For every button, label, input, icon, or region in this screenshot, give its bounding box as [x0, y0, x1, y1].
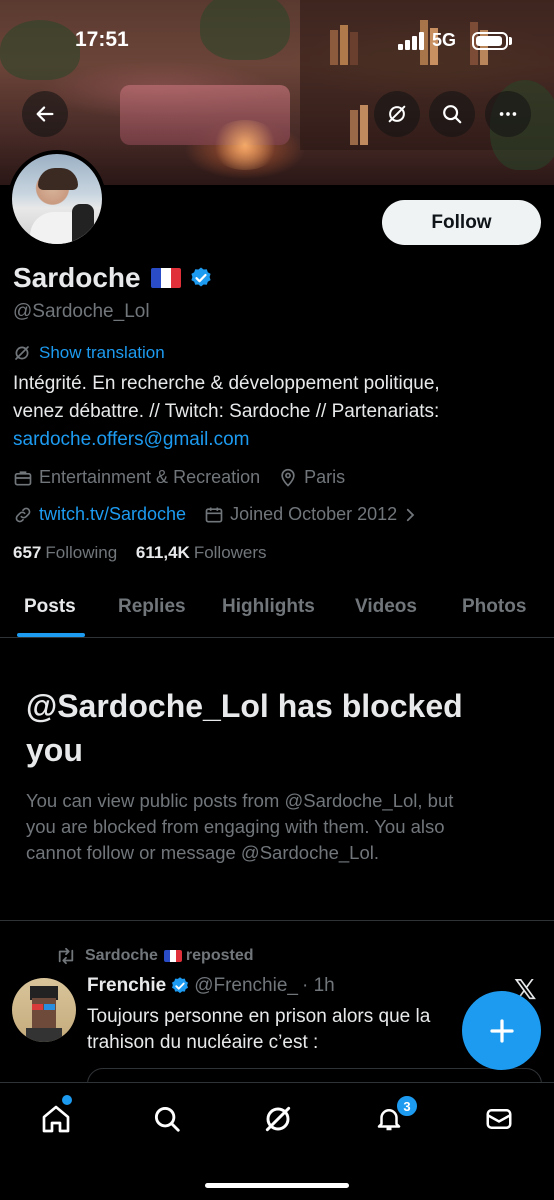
- blocked-title-line: you: [26, 732, 83, 768]
- profile-meta-row-2: twitch.tv/Sardoche Joined October 2012: [13, 504, 443, 525]
- profile-website[interactable]: twitch.tv/Sardoche: [13, 504, 186, 525]
- compose-button[interactable]: [462, 991, 541, 1070]
- post-header: Frenchie @Frenchie_ · 1h: [87, 975, 335, 997]
- verified-icon: [172, 977, 189, 994]
- post-author-name[interactable]: Frenchie: [87, 975, 166, 997]
- profile-joined-label: Joined October 2012: [230, 504, 398, 524]
- repost-by: Sardoche: [85, 947, 158, 964]
- tab-highlights[interactable]: Highlights: [222, 596, 315, 618]
- repost-indicator[interactable]: Sardoche reposted: [55, 947, 254, 965]
- more-button[interactable]: [485, 91, 531, 137]
- briefcase-icon: [14, 470, 32, 485]
- search-button[interactable]: [429, 91, 475, 137]
- bio-line: venez débattre. // Twitch: Sardoche // P…: [13, 401, 440, 422]
- active-tab-indicator: [17, 633, 85, 637]
- following-link[interactable]: 657 Following: [13, 543, 117, 562]
- post-time: · 1h: [301, 975, 335, 996]
- more-icon: [499, 112, 517, 116]
- blocked-message-line: you are blocked from engaging with them.…: [26, 816, 445, 837]
- plus-icon: [489, 1018, 514, 1043]
- tab-videos[interactable]: Videos: [355, 596, 417, 618]
- profile-location-label: Paris: [304, 467, 346, 487]
- post-text[interactable]: Toujours personne en prison alors que la…: [87, 1004, 477, 1056]
- blocked-message-line: cannot follow or message @Sardoche_Lol.: [26, 842, 380, 863]
- repost-icon: [58, 947, 74, 965]
- battery-icon: [472, 32, 508, 50]
- profile-meta-row-1: Entertainment & Recreation Paris: [13, 467, 363, 488]
- show-translation-link[interactable]: Show translation: [13, 343, 165, 363]
- profile-avatar[interactable]: [8, 150, 106, 248]
- nav-grok[interactable]: [258, 1099, 298, 1139]
- search-icon: [154, 1106, 180, 1132]
- battery-tip: [509, 37, 512, 45]
- search-icon: [443, 105, 462, 124]
- bio-line: Intégrité. En recherche & développement …: [13, 373, 440, 394]
- translate-button[interactable]: [374, 91, 420, 137]
- french-flag-icon: [163, 950, 182, 962]
- nav-messages[interactable]: [479, 1099, 519, 1139]
- tab-replies[interactable]: Replies: [118, 596, 186, 618]
- status-bar: 17:51 5G: [0, 24, 554, 60]
- profile-name-row: Sardoche: [13, 260, 213, 296]
- post-author-avatar[interactable]: [12, 978, 76, 1042]
- profile-bio: Intégrité. En recherche & développement …: [13, 370, 533, 454]
- blocked-message: You can view public posts from @Sardoche…: [26, 788, 536, 866]
- profile-category: Entertainment & Recreation: [13, 467, 260, 488]
- followers-count: 611,4K: [135, 543, 190, 562]
- notifications-badge: 3: [395, 1094, 419, 1118]
- calendar-icon: [205, 507, 223, 522]
- section-divider: [0, 920, 554, 921]
- back-button[interactable]: [22, 91, 68, 137]
- grok-icon: [388, 105, 406, 123]
- follow-button[interactable]: Follow: [382, 200, 541, 245]
- profile-category-label: Entertainment & Recreation: [39, 467, 261, 487]
- profile-tabs: Posts Replies Highlights Videos Photos: [0, 580, 554, 638]
- bio-email-link[interactable]: sardoche.offers@gmail.com: [13, 426, 533, 454]
- show-translation-label: Show translation: [39, 343, 165, 362]
- following-count: 657: [13, 543, 42, 562]
- back-arrow-icon: [36, 106, 54, 122]
- home-indicator: [205, 1183, 349, 1188]
- followers-label: Followers: [193, 543, 267, 562]
- profile-website-link[interactable]: twitch.tv/Sardoche: [39, 504, 186, 525]
- profile-location: Paris: [278, 467, 345, 488]
- network-type: 5G: [432, 30, 457, 50]
- post-author-handle[interactable]: @Frenchie_: [194, 975, 298, 997]
- blocked-message-line: You can view public posts from @Sardoche…: [26, 790, 454, 811]
- home-icon: [42, 1105, 70, 1133]
- followers-link[interactable]: 611,4K Followers: [136, 543, 267, 562]
- nav-search[interactable]: [147, 1099, 187, 1139]
- post-text-line: trahison du nucléaire c’est :: [87, 1032, 319, 1053]
- verified-icon[interactable]: [189, 266, 213, 290]
- nav-home[interactable]: [36, 1099, 76, 1139]
- profile-handle: @Sardoche_Lol: [13, 301, 150, 322]
- follow-counts: 657 Following 611,4K Followers: [13, 543, 267, 563]
- profile-joined[interactable]: Joined October 2012: [204, 504, 425, 525]
- tab-posts[interactable]: Posts: [24, 596, 76, 618]
- home-unread-dot: [62, 1095, 72, 1105]
- status-time: 17:51: [75, 28, 129, 51]
- translate-icon: [15, 346, 29, 360]
- repost-label: reposted: [185, 947, 254, 964]
- french-flag-icon: [150, 268, 181, 288]
- chevron-right-icon: [407, 508, 415, 521]
- grok-icon: [265, 1106, 291, 1132]
- post-text-line: Toujours personne en prison alors que la: [87, 1006, 431, 1027]
- blocked-title-line: @Sardoche_Lol has blocked: [26, 688, 463, 724]
- tab-photos[interactable]: Photos: [462, 596, 526, 618]
- profile-name: Sardoche: [13, 262, 141, 293]
- signal-icon: [398, 32, 426, 50]
- following-label: Following: [45, 543, 118, 562]
- link-icon: [15, 507, 31, 522]
- blocked-title: @Sardoche_Lol has blocked you: [26, 684, 536, 772]
- location-pin-icon: [281, 468, 295, 487]
- mail-icon: [486, 1109, 512, 1129]
